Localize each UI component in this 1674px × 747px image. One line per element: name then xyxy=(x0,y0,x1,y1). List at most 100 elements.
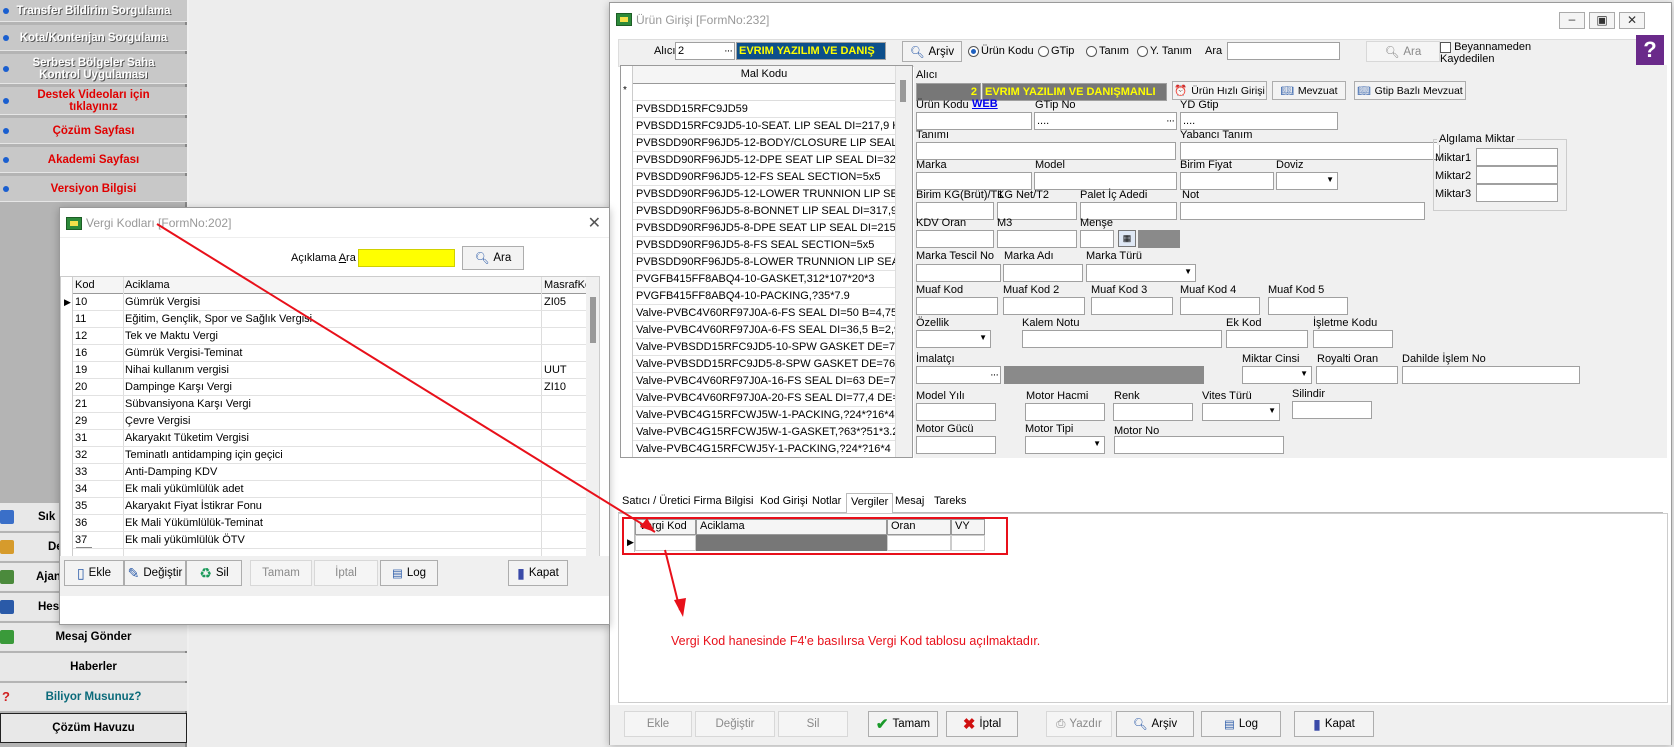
vergi-row[interactable]: 10 Gümrük Vergisi ZI05 xyxy=(73,294,586,311)
mal-kodu-row[interactable]: Valve-PVBC4V60RF97J0A-6-FS SEAL DI=50 B=… xyxy=(633,305,895,322)
miktar-cinsi-select[interactable] xyxy=(1242,366,1312,384)
ara-top-button[interactable]: 🔍︎ Ara xyxy=(1366,41,1440,62)
vergi-row[interactable]: 34 Ek mali yükümlülük adet xyxy=(73,481,586,498)
birim-fiyat-field[interactable] xyxy=(1180,172,1274,190)
vergi-row[interactable]: 16 Gümrük Vergisi-Teminat xyxy=(73,345,586,362)
menu-item-transfer[interactable]: Transfer Bildirim Sorgulama xyxy=(0,0,187,22)
vergi-row[interactable]: 36 Ek Mali Yükümlülük-Teminat xyxy=(73,515,586,532)
mal-kodu-row[interactable]: PVBSDD15RFC9JD5-10-SEAT. LIP SEAL DI=217… xyxy=(633,118,895,135)
menu-item-kota[interactable]: Kota/Kontenjan Sorgulama xyxy=(0,25,187,51)
iptal-button[interactable]: ✖ İptal xyxy=(946,711,1018,737)
muaf-kod2-field[interactable] xyxy=(1003,297,1085,315)
radio-y-tanim[interactable]: Y. Tanım xyxy=(1137,45,1192,57)
mal-kodu-row[interactable]: Valve-PVBC4G15RFCWJ5W-1-PACKING,?24*?16*… xyxy=(633,407,895,424)
vergi-row[interactable]: 35 Akaryakıt Fiyat İstikrar Fonu xyxy=(73,498,586,515)
ara-input[interactable] xyxy=(1227,42,1340,60)
scrollbar[interactable] xyxy=(586,277,599,565)
yd-gtip-field[interactable]: .... xyxy=(1180,112,1338,130)
kdv-field[interactable] xyxy=(916,230,994,248)
tamam-button[interactable]: Tamam xyxy=(250,560,312,586)
ekle-button[interactable]: ▯ Ekle xyxy=(64,560,124,586)
motor-hacmi-field[interactable] xyxy=(1025,403,1105,421)
vy-cell[interactable] xyxy=(951,535,985,551)
not-field[interactable] xyxy=(1180,202,1425,220)
mal-kodu-row[interactable]: PVBSDD90RF96JD5-8-FS SEAL SECTION=5x5 xyxy=(633,237,895,254)
mal-kodu-row[interactable]: PVGFB415FF8ABQ4-10-PACKING,?35*7.9 xyxy=(633,288,895,305)
mevzuat-button[interactable]: 📖︎ Mevzuat xyxy=(1272,81,1346,100)
web-link[interactable]: WEB xyxy=(972,98,998,110)
calendar-icon[interactable]: ▦ xyxy=(1118,230,1136,247)
muaf-kod-field[interactable] xyxy=(916,297,998,315)
marka-adi-field[interactable] xyxy=(1003,264,1083,282)
sil-button[interactable]: ♻ Sil xyxy=(186,560,242,586)
miktar1-field[interactable] xyxy=(1476,148,1558,166)
mal-kodu-row[interactable]: PVBSDD90RF96JD5-12-DPE SEAT LIP SEAL DI=… xyxy=(633,152,895,169)
vergi-row[interactable]: 19 Nihai kullanım vergisi UUT xyxy=(73,362,586,379)
model-yili-field[interactable] xyxy=(916,403,996,421)
mal-kodu-row[interactable]: Valve-PVBC4V60RF97J0A-16-FS SEAL DI=63 D… xyxy=(633,373,895,390)
muaf-kod5-field[interactable] xyxy=(1268,297,1348,315)
minimize-button[interactable]: ‒ xyxy=(1559,12,1585,29)
mal-kodu-header[interactable]: Mal Kodu xyxy=(633,66,895,84)
mal-kodu-row[interactable]: PVBSDD90RF96JD5-8-DPE SEAT LIP SEAL DI=2… xyxy=(633,220,895,237)
menu-item-akademi[interactable]: Akademi Sayfası xyxy=(0,147,187,173)
oran-cell[interactable] xyxy=(887,535,951,551)
col-vy[interactable]: VY xyxy=(951,519,985,535)
mense-field[interactable] xyxy=(1080,230,1114,248)
mal-kodu-row[interactable]: Valve-PVBC4V60RF97J0A-6-FS SEAL DI=36,5 … xyxy=(633,322,895,339)
tab-satici[interactable]: Satıcı / Üretici Firma Bilgisi xyxy=(618,493,757,511)
log-button[interactable]: ▤ Log xyxy=(380,560,438,586)
motor-gucu-field[interactable] xyxy=(916,436,996,454)
vergi-row[interactable]: 29 Çevre Vergisi xyxy=(73,413,586,430)
tamam-button[interactable]: ✔ Tamam xyxy=(868,711,938,737)
yabanci-tanim-field[interactable] xyxy=(1180,142,1440,160)
tab-notlar[interactable]: Notlar xyxy=(808,493,845,511)
lookup-dots-icon[interactable]: ··· xyxy=(724,43,733,59)
tab-kod-girisi[interactable]: Kod Girişi xyxy=(756,493,812,511)
marka-field[interactable] xyxy=(916,172,1032,190)
menu-item-cozum[interactable]: Çözüm Sayfası xyxy=(0,118,187,144)
kapat-button[interactable]: ▮ Kapat xyxy=(508,560,568,586)
mal-kodu-row[interactable]: Valve-PVBSDD15RFC9JD5-8-SPW GASKET DE=76… xyxy=(633,356,895,373)
tanimi-field[interactable] xyxy=(916,142,1176,160)
yazdir-button[interactable]: ⎙ Yazdır xyxy=(1046,711,1112,737)
radio-urun-kodu[interactable]: Ürün Kodu xyxy=(968,45,1034,57)
renk-field[interactable] xyxy=(1113,403,1193,421)
alici-code-field[interactable]: 2 ··· xyxy=(675,42,735,60)
mal-kodu-row[interactable]: PVBSDD90RF96JD5-12-BODY/CLOSURE LIP SEAL… xyxy=(633,135,895,152)
radio-tanim[interactable]: Tanım xyxy=(1086,45,1129,57)
imalatci-field[interactable]: ··· xyxy=(916,366,1001,384)
miktar2-field[interactable] xyxy=(1476,166,1558,184)
motor-no-field[interactable] xyxy=(1114,436,1284,454)
mal-kodu-row[interactable]: PVBSDD15RFC9JD59 xyxy=(633,101,895,118)
vergi-row[interactable]: 31 Akaryakıt Tüketim Vergisi xyxy=(73,430,586,447)
close-button[interactable]: ✕ xyxy=(1619,12,1645,29)
degistir-button[interactable]: ✎ Değiştir xyxy=(124,560,186,586)
lookup-dots-icon[interactable]: ··· xyxy=(990,367,999,383)
help-icon[interactable]: ? xyxy=(1636,35,1664,65)
vergi-row[interactable]: 12 Tek ve Maktu Vergi xyxy=(73,328,586,345)
mal-kodu-row[interactable]: Valve-PVBC4G15RFCWJ5W-1-GASKET,?63*?51*3… xyxy=(633,424,895,441)
col-aciklama[interactable]: Aciklama xyxy=(125,279,170,291)
vergi-row[interactable]: 37 Ek mali yükümlülük ÖTV xyxy=(73,532,586,549)
vergi-row[interactable]: 32 Teminatlı antidamping için geçici xyxy=(73,447,586,464)
mal-kodu-row[interactable]: PVBSDD90RF96JD5-12-LOWER TRUNNION LIP SE… xyxy=(633,186,895,203)
col-aciklama[interactable]: Aciklama xyxy=(696,519,887,535)
muaf-kod4-field[interactable] xyxy=(1180,297,1260,315)
model-field[interactable] xyxy=(1034,172,1177,190)
mal-kodu-row[interactable]: Valve-PVBSDD15RFC9JD5-10-SPW GASKET DE=7… xyxy=(633,339,895,356)
motor-tipi-select[interactable] xyxy=(1025,436,1105,454)
vergi-row[interactable]: 20 Dampinge Karşı Vergi ZI10 xyxy=(73,379,586,396)
gtip-bazli-mevzuat-button[interactable]: 📖︎ Gtip Bazlı Mevzuat xyxy=(1354,81,1466,100)
scrollbar[interactable] xyxy=(895,66,912,457)
marka-turu-select[interactable] xyxy=(1086,264,1196,282)
menu-item-biliyor[interactable]: ? Biliyor Musunuz? xyxy=(0,683,187,711)
lookup-dots-icon[interactable]: ··· xyxy=(1166,113,1175,129)
new-row[interactable] xyxy=(633,84,895,101)
menu-item-versiyon[interactable]: Versiyon Bilgisi xyxy=(0,176,187,202)
m3-field[interactable] xyxy=(997,230,1077,248)
mal-kodu-row[interactable]: PVGFB415FF8ABQ4-10-GASKET,312*107*20*3 xyxy=(633,271,895,288)
mal-kodu-row[interactable]: PVBSDD90RF96JD5-8-BONNET LIP SEAL DI=317… xyxy=(633,203,895,220)
menu-item-mesaj[interactable]: Mesaj Gönder xyxy=(0,623,187,651)
radio-gtip[interactable]: GTip xyxy=(1038,45,1074,57)
